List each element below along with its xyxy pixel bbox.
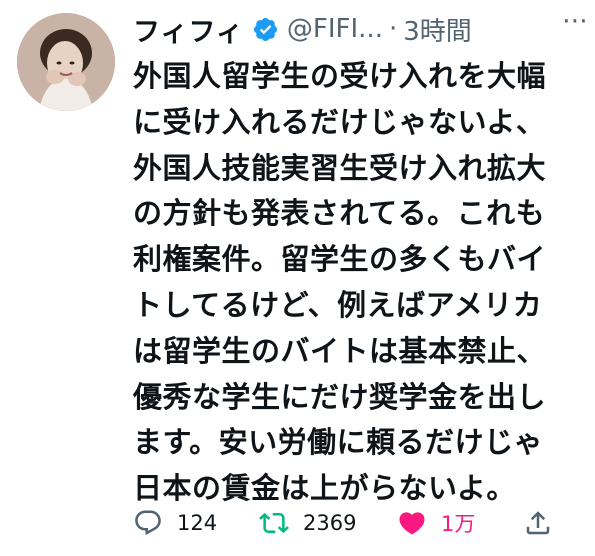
action-bar: 124 2369 1万 [133,505,583,541]
profile-photo-icon [17,13,115,111]
reply-icon [135,510,161,536]
tweet-text-line: の方針も発表されてる。これも [133,196,546,231]
retweet-count: 2369 [303,511,357,535]
tweet-text-line: 優秀な学生にだけ奨学金を出し [133,379,547,414]
author-handle[interactable]: @FIFI... [287,14,383,44]
author-name[interactable]: フィフィ [133,10,244,49]
retweet-icon [259,512,289,534]
separator-dot: · [388,14,398,44]
tweet-text-line: トしてるけど、例えばアメリカ [133,287,543,322]
share-icon [526,511,550,535]
reply-button[interactable]: 124 [133,505,217,541]
tweet-text-line: 外国人留学生の受け入れを大幅 [133,59,547,93]
reply-count: 124 [177,511,218,535]
like-button[interactable]: 1万 [397,505,475,541]
tweet-header: フィフィ @FIFI... · 3時間 [133,6,583,52]
heart-icon [399,512,425,535]
tweet-text: 外国人留学生の受け入れを大幅 に受け入れるだけじゃないよ、 外国人技能実習生受け… [133,54,583,512]
tweet-text-line: は留学生のバイトは基本禁止、 [133,333,547,368]
tweet-text-line: ます。安い労働に頼るだけじゃ [133,425,544,460]
share-button[interactable] [523,505,553,541]
tweet-text-line: に受け入れるだけじゃないよ、 [133,104,546,139]
tweet-text-line: 利権案件。留学生の多くもバイ [133,242,547,277]
retweet-button[interactable]: 2369 [259,505,356,541]
tweet-text-line: 外国人技能実習生受け入れ拡大 [133,150,547,185]
verified-badge-icon [253,17,277,41]
more-options-button[interactable]: ⋯ [562,6,589,36]
timestamp[interactable]: 3時間 [403,11,472,48]
like-count: 1万 [441,512,476,536]
avatar[interactable] [17,13,115,111]
